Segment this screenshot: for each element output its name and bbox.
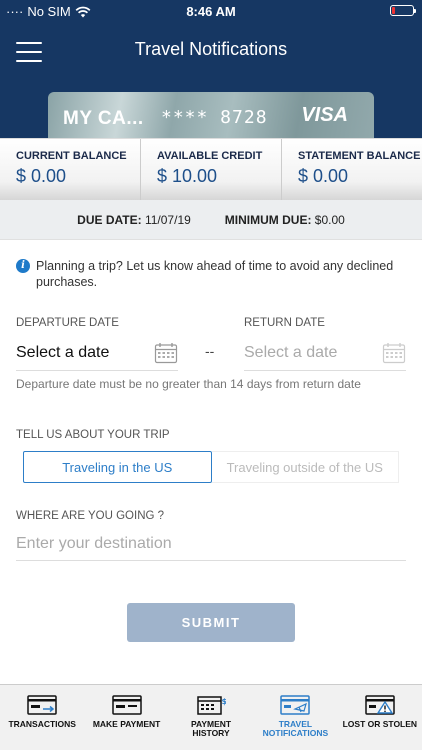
info-message: i Planning a trip? Let us know ahead of … [16, 258, 396, 290]
tab-label: MAKE PAYMENT [92, 719, 161, 729]
return-date-placeholder: Select a date [244, 343, 338, 361]
tab-make-payment[interactable]: MAKE PAYMENT [84, 685, 168, 750]
balance-value: $ 0.00 [16, 166, 67, 186]
header: Travel Notifications MY CA... **** 8728 … [0, 22, 422, 138]
due-date-label: DUE DATE: [77, 212, 142, 227]
payment-history-icon: $ [197, 696, 227, 715]
svg-text:$: $ [222, 697, 227, 706]
date-hint: Departure date must be no greater than 1… [16, 377, 361, 391]
tab-label: LOST OR STOLEN [342, 719, 418, 729]
minimum-due-value: $0.00 [314, 212, 345, 227]
return-date-field[interactable]: Select a date [244, 335, 406, 371]
destination-label: WHERE ARE YOU GOING ? [16, 510, 165, 522]
card-name: MY CA... [63, 108, 144, 129]
trip-label: TELL US ABOUT YOUR TRIP [16, 429, 170, 441]
tab-payment-history[interactable]: $ PAYMENT HISTORY [169, 685, 253, 750]
tab-bar: TRANSACTIONS MAKE PAYMENT $ PAYMENT HISTO… [0, 684, 422, 750]
status-bar: ···· No SIM 8:46 AM [0, 0, 422, 22]
info-icon: i [16, 259, 30, 273]
due-date-value: 11/07/19 [144, 212, 191, 227]
calendar-icon [154, 342, 178, 364]
minimum-due: MINIMUM DUE: $0.00 [225, 213, 345, 227]
current-balance: CURRENT BALANCE $ 0.00 [0, 139, 141, 200]
due-bar: DUE DATE: 11/07/19 MINIMUM DUE: $0.00 [0, 200, 422, 240]
tab-label: PAYMENT HISTORY [190, 719, 232, 738]
return-date-label: RETURN DATE [244, 317, 325, 329]
trip-type-toggle: Traveling in the US Traveling outside of… [23, 451, 399, 483]
status-time: 8:46 AM [186, 4, 236, 19]
make-payment-icon [111, 695, 142, 715]
due-date: DUE DATE: 11/07/19 [77, 213, 191, 227]
info-text: Planning a trip? Let us know ahead of ti… [36, 259, 394, 289]
tab-label: TRANSACTIONS [8, 719, 76, 729]
minimum-due-label: MINIMUM DUE: [224, 212, 312, 227]
available-credit: AVAILABLE CREDIT $ 10.00 [141, 139, 282, 200]
tab-transactions[interactable]: TRANSACTIONS [0, 685, 84, 750]
balance-label: CURRENT BALANCE [16, 150, 127, 162]
tab-label: TRAVEL NOTIFICATIONS [262, 719, 329, 738]
destination-input[interactable] [16, 527, 406, 561]
card-number: **** 8728 [161, 107, 268, 128]
balance-value: $ 10.00 [157, 166, 218, 186]
battery-icon [390, 5, 416, 16]
credit-card: MY CA... **** 8728 VISA [48, 92, 374, 138]
balance-label: AVAILABLE CREDIT [157, 150, 263, 162]
balance-value: $ 0.00 [298, 166, 349, 186]
lost-stolen-icon [365, 695, 395, 715]
tab-travel-notifications[interactable]: TRAVEL NOTIFICATIONS [253, 685, 337, 750]
visa-logo: VISA [301, 104, 348, 126]
date-separator: -- [205, 343, 215, 359]
transactions-icon [27, 695, 57, 715]
departure-date-field[interactable]: Select a date [16, 335, 178, 371]
departure-date-label: DEPARTURE DATE [16, 317, 119, 329]
departure-date-value: Select a date [16, 343, 110, 361]
traveling-us-option[interactable]: Traveling in the US [23, 451, 212, 483]
balance-label: STATEMENT BALANCE [298, 150, 421, 162]
tab-lost-or-stolen[interactable]: LOST OR STOLEN [338, 685, 422, 750]
submit-button[interactable]: SUBMIT [127, 603, 295, 642]
traveling-outside-us-option[interactable]: Traveling outside of the US [211, 451, 399, 483]
calendar-icon [382, 342, 406, 364]
travel-notifications-icon [280, 695, 311, 715]
balance-summary: CURRENT BALANCE $ 0.00 AVAILABLE CREDIT … [0, 138, 422, 200]
statement-balance: STATEMENT BALANCE $ 0.00 [282, 139, 422, 200]
page-title: Travel Notifications [134, 39, 288, 59]
